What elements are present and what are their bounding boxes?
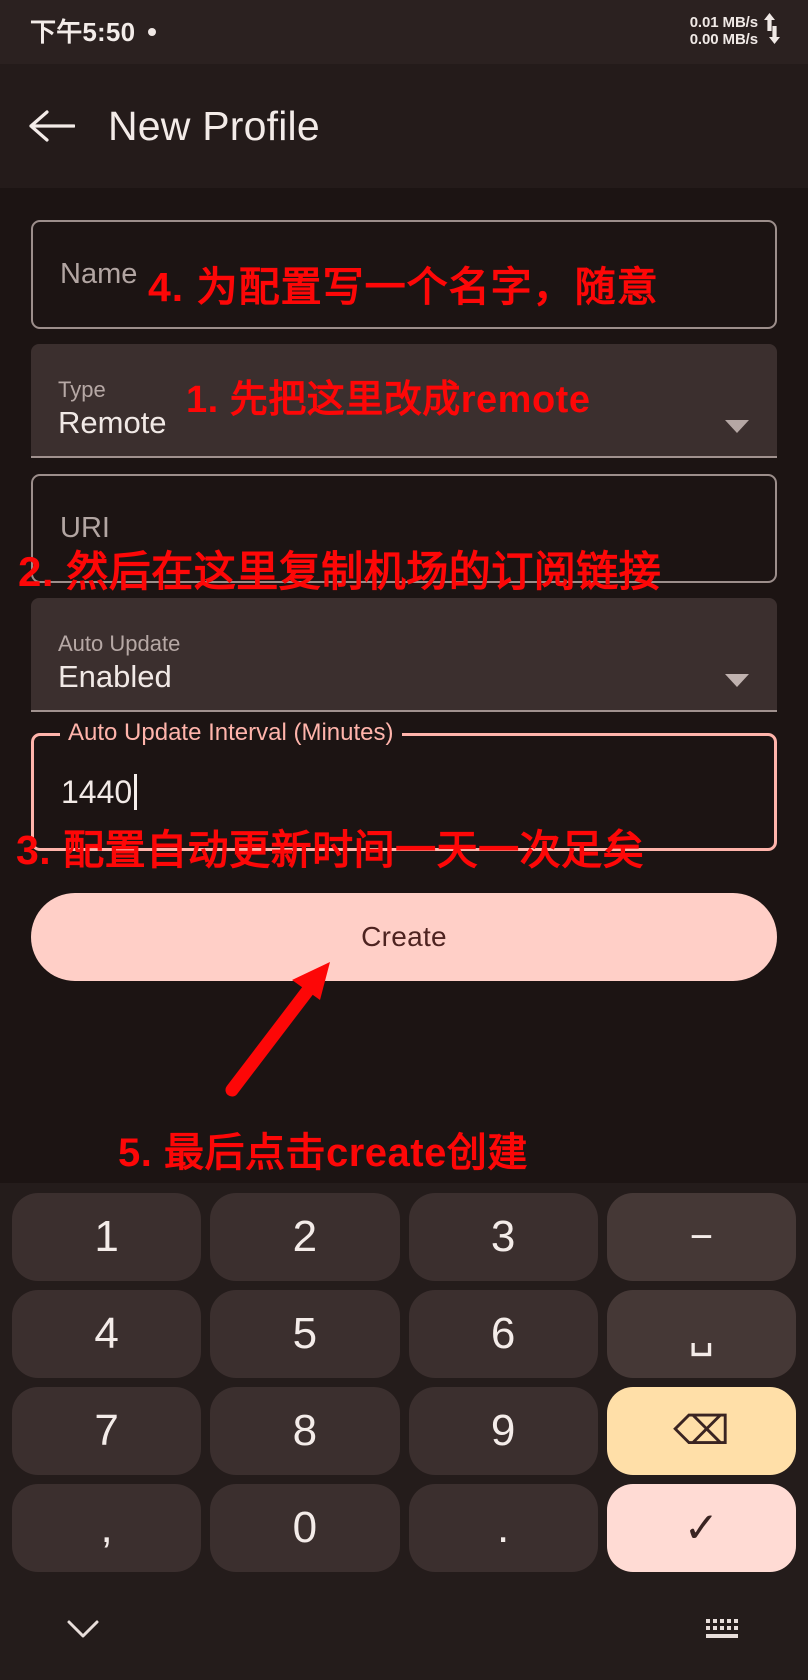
keyboard-bottom-bar [6, 1581, 802, 1677]
keyboard-row: , 0. ✓ [6, 1484, 802, 1572]
text-caret [134, 774, 138, 810]
key-1-glyph: 1 [94, 1212, 119, 1261]
create-button[interactable]: Create [31, 893, 777, 981]
key-period[interactable]: . [408, 1484, 598, 1572]
auto-update-interval-value: 1440 [61, 773, 138, 811]
app-bar: New Profile [0, 64, 808, 188]
key-2-glyph: 2 [292, 1212, 318, 1261]
network-arrows [762, 13, 782, 51]
key-minus[interactable]: − [606, 1193, 796, 1281]
key-2[interactable]: 2 [210, 1193, 400, 1281]
auto-update-interval-text: 1440 [61, 773, 133, 810]
auto-update-interval-input[interactable]: Auto Update Interval (Minutes) 1440 [31, 721, 777, 851]
arrow-left-icon [29, 110, 75, 142]
key-5-glyph: 5 [292, 1309, 318, 1358]
key-5[interactable]: 5 [210, 1290, 400, 1378]
keyboard-rows: 1 2 3 − 4 5 6 ␣ 7 8 9 ⌫, 0. ✓ [6, 1193, 802, 1572]
back-button[interactable] [26, 100, 78, 152]
chevron-down-icon [725, 420, 749, 433]
key-0[interactable]: 0 [210, 1484, 400, 1572]
key-enter[interactable]: ✓ [606, 1484, 796, 1572]
numeric-keyboard: 1 2 3 − 4 5 6 ␣ 7 8 9 ⌫, 0. ✓ [0, 1183, 808, 1680]
status-clock: 下午5:50 [30, 17, 136, 47]
keyboard-row: 7 8 9 ⌫ [6, 1387, 802, 1475]
phone-screen: 下午5:50 0.01 MB/s 0.00 MB/s New Profile N… [0, 0, 808, 1680]
key-7[interactable]: 7 [12, 1387, 202, 1475]
key-9[interactable]: 9 [408, 1387, 598, 1475]
auto-update-dropdown[interactable]: Auto Update Enabled [31, 598, 777, 712]
key-4-glyph: 4 [94, 1309, 119, 1358]
name-input-placeholder: Name [60, 258, 138, 290]
keyboard-icon[interactable] [704, 1615, 742, 1643]
key-8[interactable]: 8 [210, 1387, 400, 1475]
key-comma-glyph: , [100, 1503, 113, 1552]
keyboard-row: 1 2 3 − [6, 1193, 802, 1281]
annotation-step-5: 5. 最后点击create创建 [118, 1131, 528, 1175]
chevron-down-icon [725, 674, 749, 687]
status-bar: 下午5:50 0.01 MB/s 0.00 MB/s [0, 0, 808, 64]
arrow-down-icon [769, 26, 780, 44]
network-speed-group: 0.01 MB/s 0.00 MB/s [689, 14, 758, 49]
key-3[interactable]: 3 [408, 1193, 598, 1281]
key-space-glyph: ␣ [688, 1312, 715, 1356]
new-profile-form: Name Type Remote URI Auto Update Enabled… [0, 188, 808, 981]
key-6[interactable]: 6 [408, 1290, 598, 1378]
key-7-glyph: 7 [94, 1406, 119, 1455]
key-3-glyph: 3 [490, 1212, 516, 1261]
key-backspace-glyph: ⌫ [673, 1409, 730, 1453]
auto-update-dropdown-value: Enabled [58, 658, 172, 694]
download-speed-label: 0.00 MB/s [689, 31, 758, 48]
chevron-down-icon[interactable] [66, 1619, 100, 1639]
keyboard-row: 4 5 6 ␣ [6, 1290, 802, 1378]
key-6-glyph: 6 [490, 1309, 516, 1358]
type-dropdown-value: Remote [58, 404, 167, 440]
key-comma[interactable]: , [12, 1484, 202, 1572]
auto-update-interval-label: Auto Update Interval (Minutes) [60, 721, 402, 745]
page-title: New Profile [108, 102, 320, 149]
key-9-glyph: 9 [490, 1406, 516, 1455]
key-space[interactable]: ␣ [606, 1290, 796, 1378]
name-input[interactable]: Name [31, 220, 777, 329]
dot-icon [148, 28, 157, 36]
type-dropdown-label: Type [58, 377, 106, 403]
status-bar-left: 下午5:50 [30, 17, 157, 47]
status-bar-right: 0.01 MB/s 0.00 MB/s [690, 13, 782, 51]
uri-input[interactable]: URI [31, 474, 777, 583]
key-1[interactable]: 1 [12, 1193, 202, 1281]
key-8-glyph: 8 [292, 1406, 318, 1455]
create-button-label: Create [361, 921, 447, 952]
key-enter-glyph: ✓ [683, 1504, 719, 1551]
auto-update-dropdown-label: Auto Update [58, 631, 181, 657]
key-backspace[interactable]: ⌫ [606, 1387, 796, 1475]
type-dropdown[interactable]: Type Remote [31, 344, 777, 458]
key-minus-glyph: − [689, 1215, 714, 1259]
key-0-glyph: 0 [292, 1503, 318, 1552]
key-period-glyph: . [497, 1503, 510, 1552]
uri-input-placeholder: URI [60, 512, 110, 544]
upload-speed-label: 0.01 MB/s [689, 14, 758, 32]
key-4[interactable]: 4 [12, 1290, 202, 1378]
